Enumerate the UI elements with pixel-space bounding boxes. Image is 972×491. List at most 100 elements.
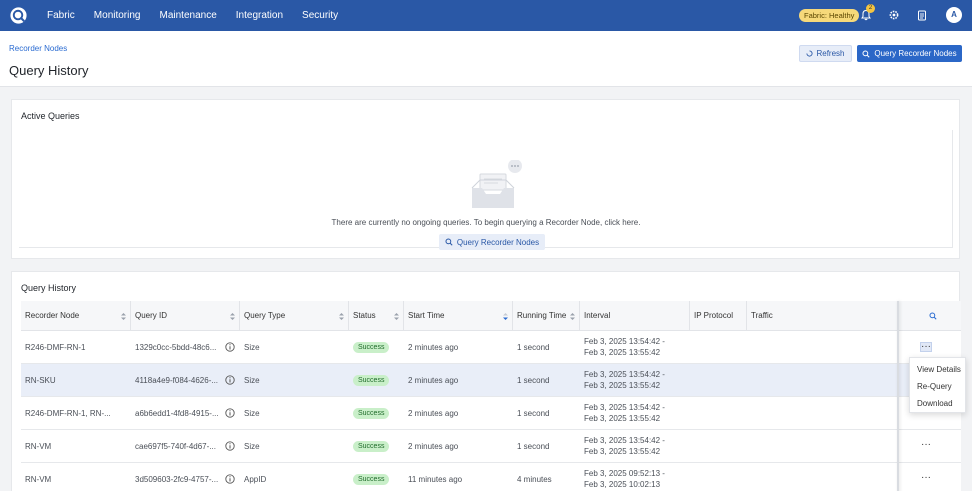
col-traffic[interactable]: Traffic — [747, 301, 897, 331]
nav-integration[interactable]: Integration — [236, 10, 283, 21]
cell-recorder-node: RN-VM — [25, 442, 52, 451]
col-status[interactable]: Status — [349, 301, 404, 331]
col-label: Interval — [584, 311, 611, 320]
status-badge: Success — [353, 408, 390, 420]
refresh-button-label: Refresh — [816, 49, 845, 58]
query-button-label: Query Recorder Nodes — [874, 49, 957, 58]
cell-running-time: 4 minutes — [517, 475, 552, 484]
sort-icon[interactable] — [121, 313, 126, 320]
menu-re-query[interactable]: Re-Query — [917, 382, 952, 391]
table-row[interactable]: R246-DMF-RN-1 1329c0cc-5bdd-48c6... Size… — [21, 331, 961, 364]
nav-security[interactable]: Security — [302, 10, 338, 21]
col-running-time[interactable]: Running Time — [513, 301, 580, 331]
nav-maintenance[interactable]: Maintenance — [160, 10, 217, 21]
col-label: Query Type — [244, 311, 286, 320]
col-label: Start Time — [408, 311, 445, 320]
empty-inbox-icon — [471, 160, 522, 208]
sort-icon[interactable] — [230, 313, 235, 320]
top-navbar: Fabric Monitoring Maintenance Integratio… — [0, 0, 972, 31]
table-row[interactable]: RN-SKU 4118a4e9-f084-4626-... Size Succe… — [21, 364, 961, 397]
fabric-health-badge[interactable]: Fabric: Healthy — [799, 9, 860, 22]
cell-interval: Feb 3, 2025 13:54:42 - Feb 3, 2025 13:55:… — [580, 397, 690, 430]
interval-to: Feb 3, 2025 13:55:42 — [584, 447, 661, 456]
info-icon[interactable] — [225, 342, 235, 352]
empty-state-text: There are currently no ongoing queries. … — [331, 218, 641, 227]
col-query-type[interactable]: Query Type — [240, 301, 349, 331]
cell-running-time: 1 second — [517, 343, 550, 352]
cell-recorder-node: RN-VM — [25, 475, 52, 484]
row-actions-button[interactable]: ··· — [920, 342, 932, 352]
cell-query-type: AppID — [244, 475, 267, 484]
interval-to: Feb 3, 2025 13:55:42 — [584, 381, 661, 390]
query-recorder-nodes-button[interactable]: Query Recorder Nodes — [857, 45, 962, 62]
sort-icon[interactable] — [394, 313, 399, 320]
cell-query-type: Size — [244, 442, 260, 451]
search-icon — [445, 238, 453, 246]
col-interval[interactable]: Interval — [580, 301, 690, 331]
nav-monitoring[interactable]: Monitoring — [94, 10, 141, 21]
sort-icon[interactable] — [570, 313, 575, 320]
cell-start-time: 11 minutes ago — [408, 475, 463, 484]
interval-to: Feb 3, 2025 10:02:13 — [584, 480, 661, 489]
interval-to: Feb 3, 2025 13:55:42 — [584, 348, 661, 357]
cell-interval: Feb 3, 2025 13:54:42 - Feb 3, 2025 13:55:… — [580, 430, 690, 463]
status-badge: Success — [353, 474, 390, 486]
table-row[interactable]: RN-VM 3d509603-2fc9-4757-... AppID Succe… — [21, 463, 961, 491]
interval-from: Feb 3, 2025 13:54:42 - — [584, 337, 665, 346]
row-actions-button[interactable]: ··· — [920, 473, 932, 484]
cell-start-time: 2 minutes ago — [408, 376, 459, 385]
cell-query-id: a6b6edd1-4fd8-4915-... — [135, 409, 219, 418]
cell-start-time: 2 minutes ago — [408, 442, 459, 451]
cell-interval: Feb 3, 2025 09:52:13 - Feb 3, 2025 10:02:… — [580, 463, 690, 491]
clipboard-icon[interactable] — [916, 9, 928, 21]
cell-query-id: 1329c0cc-5bdd-48c6... — [135, 343, 217, 352]
notification-count-badge: 2 — [866, 4, 875, 13]
empty-query-button-label: Query Recorder Nodes — [456, 237, 540, 247]
cell-status: Success — [349, 430, 404, 463]
cell-interval: Feb 3, 2025 13:54:42 - Feb 3, 2025 13:55:… — [580, 364, 690, 397]
cell-query-type: Size — [244, 376, 260, 385]
app-logo-icon[interactable] — [9, 6, 28, 25]
col-start-time[interactable]: Start Time — [404, 301, 513, 331]
info-icon[interactable] — [225, 408, 235, 418]
row-actions-button[interactable]: ··· — [920, 440, 932, 451]
main-nav: Fabric Monitoring Maintenance Integratio… — [47, 0, 357, 31]
cell-query-id: 4118a4e9-f084-4626-... — [135, 376, 219, 385]
search-icon — [862, 49, 870, 58]
menu-view-details[interactable]: View Details — [917, 365, 961, 374]
active-queries-title: Active Queries — [21, 111, 80, 121]
user-avatar[interactable]: A — [946, 7, 962, 23]
cell-recorder-node: RN-SKU — [25, 376, 56, 385]
col-label: Status — [353, 311, 376, 320]
interval-to: Feb 3, 2025 13:55:42 — [584, 414, 661, 423]
table-row[interactable]: R246-DMF-RN-1, RN-... a6b6edd1-4fd8-4915… — [21, 397, 961, 430]
col-ip-protocol[interactable]: IP Protocol — [690, 301, 747, 331]
gear-icon[interactable] — [888, 9, 900, 21]
sort-desc-icon[interactable] — [503, 313, 508, 320]
refresh-button[interactable]: Refresh — [799, 45, 852, 62]
table-row[interactable]: RN-VM cae697f5-740f-4d67-... Size Succes… — [21, 430, 961, 463]
cell-status: Success — [349, 397, 404, 430]
cell-recorder-node: R246-DMF-RN-1, RN-... — [25, 409, 111, 418]
info-icon[interactable] — [225, 441, 235, 451]
nav-fabric[interactable]: Fabric — [47, 10, 75, 21]
sort-icon[interactable] — [339, 313, 344, 320]
info-icon[interactable] — [225, 474, 235, 484]
interval-from: Feb 3, 2025 13:54:42 - — [584, 370, 665, 379]
menu-download[interactable]: Download — [917, 399, 953, 408]
status-badge: Success — [353, 342, 390, 354]
status-badge: Success — [353, 441, 390, 453]
table-search-icon[interactable] — [929, 312, 937, 320]
cell-recorder-node: R246-DMF-RN-1 — [25, 343, 86, 352]
info-icon[interactable] — [225, 375, 235, 385]
spinner-icon — [806, 50, 814, 57]
cell-query-type: Size — [244, 409, 260, 418]
col-query-id[interactable]: Query ID — [131, 301, 240, 331]
col-label: Traffic — [751, 311, 773, 320]
cell-status: Success — [349, 364, 404, 397]
query-history-title: Query History — [21, 283, 77, 293]
col-recorder-node[interactable]: Recorder Node — [21, 301, 131, 331]
cell-running-time: 1 second — [517, 376, 550, 385]
empty-query-button[interactable]: Query Recorder Nodes — [439, 234, 545, 250]
breadcrumb-recorder-nodes[interactable]: Recorder Nodes — [9, 44, 67, 53]
